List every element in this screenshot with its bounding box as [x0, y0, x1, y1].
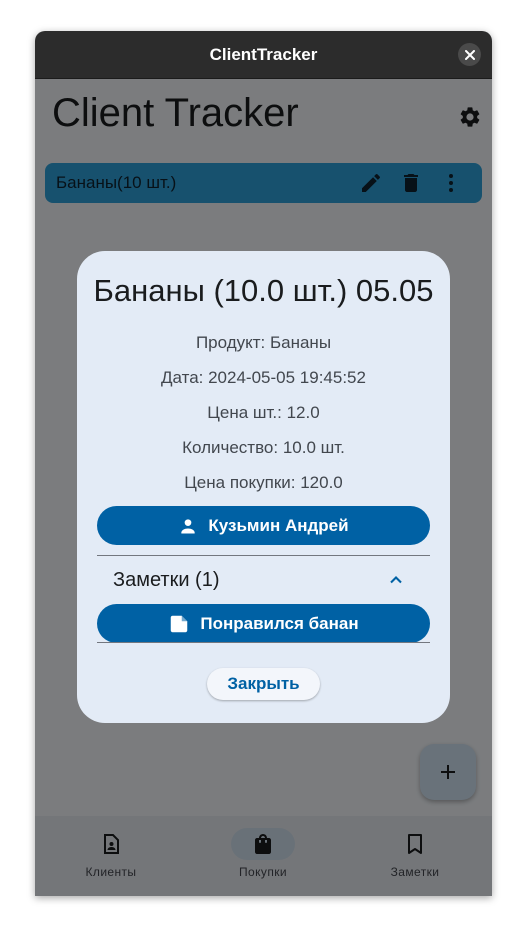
chevron-up-icon — [390, 576, 402, 584]
notes-expander[interactable]: Заметки (1) — [97, 556, 430, 604]
app-window: ClientTracker Client Tracker Бананы(10 ш… — [35, 31, 492, 896]
quantity-text: Количество: 10.0 шт. — [182, 438, 345, 457]
close-dialog-button[interactable]: Закрыть — [207, 668, 320, 700]
note-button[interactable]: Понравился банан — [97, 604, 430, 643]
window-title: ClientTracker — [209, 44, 318, 64]
close-icon — [464, 49, 475, 60]
divider — [97, 642, 430, 643]
window-close-button[interactable] — [458, 43, 481, 66]
note-icon — [171, 615, 188, 632]
client-button-label: Кузьмин Андрей — [208, 515, 349, 535]
purchase-dialog: Бананы (10.0 шт.) 05.05 Продукт: Бананы … — [77, 251, 450, 723]
product-text: Продукт: Бананы — [195, 333, 332, 352]
purchase-price-text: Цена покупки: 120.0 — [184, 473, 343, 492]
person-icon — [181, 518, 196, 533]
date-text: Дата: 2024-05-05 19:45:52 — [161, 368, 366, 387]
client-button[interactable]: Кузьмин Андрей — [97, 506, 430, 545]
dialog-title: Бананы (10.0 шт.) 05.05 — [93, 273, 434, 308]
notes-header-label: Заметки (1) — [113, 569, 220, 591]
window-titlebar: ClientTracker — [35, 31, 492, 79]
note-button-label: Понравился банан — [200, 613, 359, 633]
unit-price-text: Цена шт.: 12.0 — [207, 403, 320, 422]
